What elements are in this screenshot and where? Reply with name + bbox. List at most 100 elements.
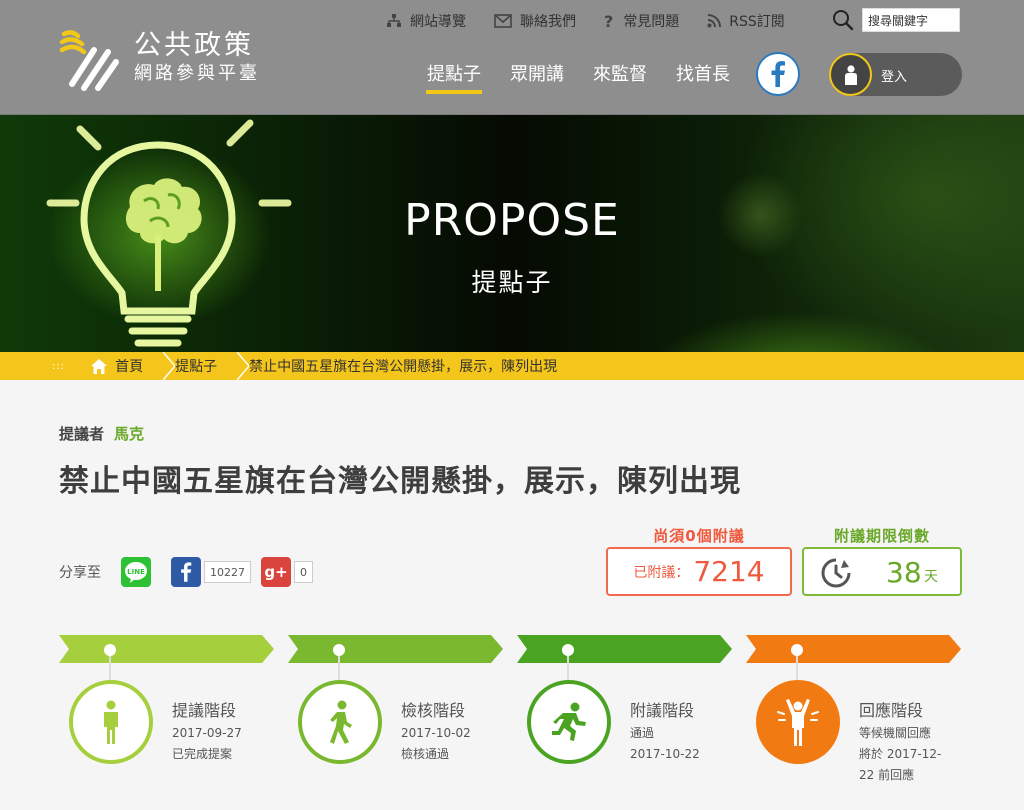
stage-dot bbox=[562, 644, 574, 656]
breadcrumb-separator-icon bbox=[163, 352, 176, 380]
stage-dot bbox=[791, 644, 803, 656]
faq-link[interactable]: ? 常見問題 bbox=[604, 11, 679, 31]
login-button[interactable]: 登入 bbox=[829, 53, 962, 96]
stage-propose-icon-wrap bbox=[69, 680, 153, 764]
stage-due-line2: 22 前回應 bbox=[859, 768, 915, 782]
stage-connector bbox=[796, 656, 798, 680]
line-share-button[interactable]: LINE bbox=[121, 557, 151, 587]
faq-label: 常見問題 bbox=[623, 14, 680, 30]
sitemap-label: 網站導覽 bbox=[410, 14, 466, 30]
facebook-share-button[interactable] bbox=[171, 557, 201, 587]
breadcrumb-home-label: 首頁 bbox=[115, 359, 144, 375]
stage-status: 等候機關回應 bbox=[859, 726, 932, 740]
stage-connector bbox=[567, 656, 569, 680]
proposer-name[interactable]: 馬克 bbox=[114, 425, 144, 443]
stage-status: 通過 bbox=[630, 726, 655, 740]
banner-title: PROPOSE bbox=[404, 195, 620, 246]
stage-cosign-icon-wrap bbox=[527, 680, 611, 764]
contact-label: 聯絡我們 bbox=[520, 14, 576, 30]
rss-label: RSS訂閱 bbox=[729, 14, 785, 30]
proposer: 提議者 馬克 bbox=[59, 423, 144, 444]
person-walking-icon bbox=[330, 700, 352, 744]
nav-item-monitor[interactable]: 來監督 bbox=[593, 60, 647, 86]
stage-review-icon-wrap bbox=[298, 680, 382, 764]
facebook-button[interactable] bbox=[756, 52, 800, 96]
stage-due-line1: 將於 2017-12- bbox=[859, 747, 942, 761]
breadcrumb-propose[interactable]: 提點子 bbox=[175, 352, 237, 380]
stage-propose: 提議階段 2017-09-27 已完成提案 bbox=[59, 635, 287, 810]
stage-date: 2017-10-02 bbox=[401, 726, 471, 740]
stage-name: 附議階段 bbox=[630, 701, 695, 720]
utility-bar: 網站導覽 聯絡我們 ? 常見問題 RSS訂閱 bbox=[386, 11, 813, 31]
breadcrumb-home[interactable]: 首頁 bbox=[91, 352, 163, 380]
search-icon[interactable] bbox=[832, 9, 854, 31]
home-icon bbox=[91, 358, 108, 374]
user-icon bbox=[844, 64, 857, 85]
search-input[interactable] bbox=[862, 8, 960, 32]
logo-mark-icon bbox=[59, 30, 119, 91]
proposer-label: 提議者 bbox=[59, 425, 105, 443]
main-nav: 提點子 眾開講 來監督 找首長 bbox=[426, 60, 759, 94]
gplus-share-button[interactable]: g+ bbox=[261, 557, 291, 587]
stage-status: 檢核通過 bbox=[401, 747, 450, 761]
stage-cosign: 附議階段 通過 2017-10-22 bbox=[517, 635, 745, 810]
nav-item-discuss[interactable]: 眾開講 bbox=[510, 60, 564, 86]
person-standing-icon bbox=[104, 700, 118, 744]
gplus-share-count: 0 bbox=[294, 561, 313, 583]
rss-icon bbox=[707, 14, 722, 28]
contact-link[interactable]: 聯絡我們 bbox=[494, 11, 576, 31]
stage-date: 2017-10-22 bbox=[630, 747, 700, 761]
nav-item-propose[interactable]: 提點子 bbox=[426, 60, 482, 94]
facebook-share-count: 10227 bbox=[204, 561, 251, 583]
stage-bar bbox=[288, 635, 503, 663]
stage-bar bbox=[59, 635, 274, 663]
stage-connector bbox=[338, 656, 340, 680]
stage-propose-text: 提議階段 2017-09-27 已完成提案 bbox=[172, 699, 242, 765]
clock-icon bbox=[821, 558, 851, 588]
countdown-unit: 天 bbox=[924, 569, 938, 585]
stage-status: 已完成提案 bbox=[172, 747, 233, 761]
countdown-value: 38 bbox=[886, 556, 922, 589]
breadcrumb-current-label: 禁止中國五星旗在台灣公開懸掛，展示，陳列出現 bbox=[249, 359, 558, 375]
breadcrumb: ::: 首頁 提點子 禁止中國五星旗在台灣公開懸掛，展示，陳列出現 bbox=[0, 352, 1024, 380]
logo-title: 公共政策 bbox=[134, 30, 254, 61]
stage-name: 檢核階段 bbox=[401, 701, 466, 720]
stage-date: 2017-09-27 bbox=[172, 726, 242, 740]
sitemap-link[interactable]: 網站導覽 bbox=[386, 11, 466, 31]
mail-icon bbox=[494, 14, 512, 28]
person-running-icon bbox=[552, 702, 586, 741]
stage-response-icon-wrap bbox=[756, 680, 840, 764]
share-bar: 分享至 LINE 10227 g+ 0 bbox=[59, 557, 313, 587]
facebook-icon bbox=[181, 562, 192, 582]
stage-cosign-text: 附議階段 通過 2017-10-22 bbox=[630, 699, 700, 765]
site-logo[interactable]: 公共政策 網路參與平臺 bbox=[58, 26, 260, 92]
breadcrumb-propose-label: 提點子 bbox=[175, 359, 218, 375]
rss-link[interactable]: RSS訂閱 bbox=[707, 11, 785, 31]
stage-response: 回應階段 等候機關回應 將於 2017-12- 22 前回應 bbox=[746, 635, 974, 810]
breadcrumb-separator-icon bbox=[237, 352, 250, 380]
site-header: 公共政策 網路參與平臺 網站導覽 聯絡我們 ? 常見問題 RSS訂閱 搜尋關鍵字… bbox=[0, 0, 1024, 115]
signature-count-label: 已附議： bbox=[633, 564, 690, 581]
stage-response-text: 回應階段 等候機關回應 將於 2017-12- 22 前回應 bbox=[859, 699, 941, 786]
stage-name: 提議階段 bbox=[172, 701, 237, 720]
stage-dot bbox=[104, 644, 116, 656]
stage-connector bbox=[109, 656, 111, 680]
nav-item-officials[interactable]: 找首長 bbox=[676, 60, 730, 86]
sitemap-icon bbox=[387, 14, 401, 27]
countdown-box: 38 天 bbox=[802, 547, 962, 596]
avatar bbox=[829, 53, 872, 96]
gplus-icon: g+ bbox=[264, 563, 288, 581]
logo-subtitle: 網路參與平臺 bbox=[134, 63, 260, 84]
stage-bar bbox=[746, 635, 961, 663]
stage-review-text: 檢核階段 2017-10-02 檢核通過 bbox=[401, 699, 471, 765]
banner-subtitle: 提點子 bbox=[471, 268, 553, 297]
stage-bar bbox=[517, 635, 732, 663]
hero-banner: PROPOSE 提點子 bbox=[0, 115, 1024, 352]
signature-count-value: 7214 bbox=[693, 555, 765, 588]
breadcrumb-dots-icon: ::: bbox=[52, 360, 66, 372]
stage-dot bbox=[333, 644, 345, 656]
stage-review: 檢核階段 2017-10-02 檢核通過 bbox=[288, 635, 516, 810]
login-label: 登入 bbox=[881, 70, 908, 85]
breadcrumb-current: 禁止中國五星旗在台灣公開懸掛，展示，陳列出現 bbox=[249, 352, 577, 380]
page-title: 禁止中國五星旗在台灣公開懸掛，展示，陳列出現 bbox=[59, 464, 741, 499]
